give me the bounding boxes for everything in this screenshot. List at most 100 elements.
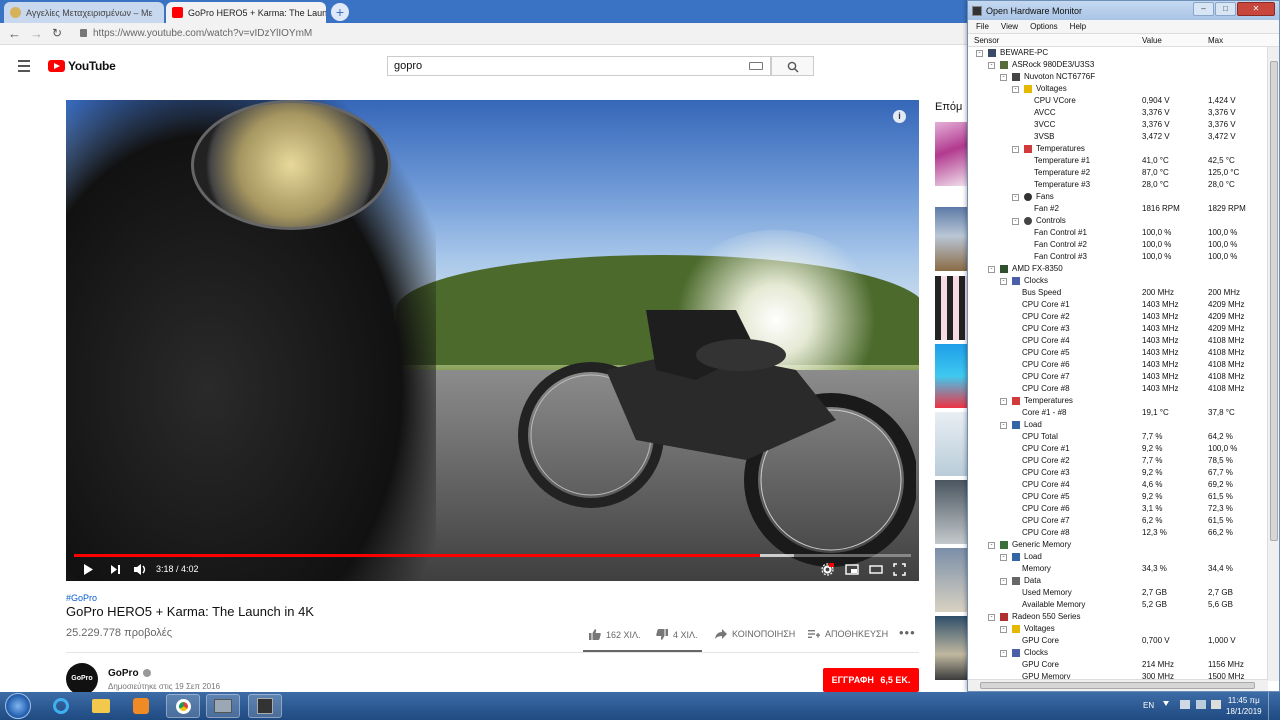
keyboard-icon[interactable] [749,62,763,70]
sensor-group-row[interactable]: - ASRock 980DE3/U3S3 [968,59,1268,71]
play-icon[interactable] [83,563,94,576]
menu-view[interactable]: View [1001,22,1018,31]
sensor-row[interactable]: Fan #2 1816 RPM 1829 RPM [968,203,1268,215]
ohm-title-bar[interactable]: Open Hardware Monitor – □ ✕ [968,1,1279,20]
column-max[interactable]: Max [1208,36,1223,45]
collapse-toggle-icon[interactable]: - [1012,146,1019,153]
collapse-toggle-icon[interactable]: - [988,542,995,549]
show-desktop-button[interactable] [1268,692,1280,720]
video-progress-bar[interactable] [74,554,911,557]
collapse-toggle-icon[interactable]: - [976,50,983,57]
sensor-row[interactable]: Fan Control #2 100,0 % 100,0 % [968,239,1268,251]
collapse-toggle-icon[interactable]: - [1000,554,1007,561]
close-button[interactable]: ✕ [1237,2,1275,16]
column-value[interactable]: Value [1142,36,1162,45]
menu-options[interactable]: Options [1030,22,1058,31]
save-button[interactable]: ΑΠΟΘΗΚΕΥΣΗ [808,629,888,639]
collapse-toggle-icon[interactable]: - [1000,422,1007,429]
volume-icon[interactable] [133,563,147,576]
sensor-row[interactable]: CPU Core #5 9,2 % 61,5 % [968,491,1268,503]
share-button[interactable]: ΚΟΙΝΟΠΟΙΗΣΗ [715,629,795,639]
media-player-icon[interactable] [124,694,158,718]
collapse-toggle-icon[interactable]: - [1012,86,1019,93]
sensor-row[interactable]: CPU Core #1 1403 MHz 4209 MHz [968,299,1268,311]
miniplayer-icon[interactable] [845,563,859,576]
sensor-row[interactable]: Temperature #2 87,0 °C 125,0 °C [968,167,1268,179]
forward-icon[interactable]: → [30,26,43,41]
internet-explorer-icon[interactable] [44,694,78,718]
menu-help[interactable]: Help [1070,22,1086,31]
sensor-group-row[interactable]: - Nuvoton NCT6776F [968,71,1268,83]
ohm-sensor-tree[interactable]: - BEWARE-PC - ASRock 980DE3/U3S3- Nuvoton NC… [968,47,1268,681]
info-icon[interactable]: i [893,110,906,123]
search-button[interactable] [771,56,814,76]
video-player[interactable]: i 3:18 / 4:02 [66,100,919,581]
sensor-row[interactable]: CPU Core #6 3,1 % 72,3 % [968,503,1268,515]
clock[interactable]: 11:45 πμ 18/1/2019 [1226,695,1262,717]
recommended-thumbnail[interactable] [935,616,968,680]
sensor-row[interactable]: CPU Core #2 7,7 % 78,5 % [968,455,1268,467]
scroll-thumb[interactable] [1270,61,1278,541]
reload-icon[interactable]: ↻ [52,26,62,40]
sensor-row[interactable]: CPU Total 7,7 % 64,2 % [968,431,1268,443]
sensor-row[interactable]: CPU VCore 0,904 V 1,424 V [968,95,1268,107]
maximize-button[interactable]: □ [1215,2,1236,16]
column-sensor[interactable]: Sensor [974,36,999,45]
recommended-thumbnail[interactable] [935,480,968,544]
menu-file[interactable]: File [976,22,989,31]
collapse-toggle-icon[interactable]: - [1012,194,1019,201]
tab-youtube[interactable]: GoPro HERO5 + Karma: The Launc ✕ [166,2,326,23]
collapse-toggle-icon[interactable]: - [1000,578,1007,585]
sensor-group-row[interactable]: - Temperatures [968,143,1268,155]
sensor-row[interactable]: AVCC 3,376 V 3,376 V [968,107,1268,119]
fullscreen-icon[interactable] [893,563,906,576]
youtube-logo[interactable]: YouTube [48,59,116,73]
sensor-group-row[interactable]: - Temperatures [968,395,1268,407]
sensor-group-row[interactable]: - AMD FX-8350 [968,263,1268,275]
collapse-toggle-icon[interactable]: - [1012,218,1019,225]
channel-name[interactable]: GoPro [108,668,151,679]
sensor-group-row[interactable]: - Load [968,419,1268,431]
recommended-thumbnail[interactable] [935,122,968,186]
sensor-row[interactable]: CPU Core #4 1403 MHz 4108 MHz [968,335,1268,347]
collapse-toggle-icon[interactable]: - [988,266,995,273]
dislike-button[interactable]: 4 ΧΙΛ. [656,629,698,640]
like-button[interactable]: 162 ΧΙΛ. [589,629,641,640]
start-button[interactable] [5,693,31,719]
sensor-group-row[interactable]: - Voltages [968,83,1268,95]
flag-icon[interactable] [1180,700,1190,709]
language-indicator[interactable]: EN [1143,701,1154,710]
video-hashtag[interactable]: #GoPro [66,593,97,603]
sensor-row[interactable]: CPU Core #8 12,3 % 66,2 % [968,527,1268,539]
sensor-row[interactable]: Bus Speed 200 MHz 200 MHz [968,287,1268,299]
next-icon[interactable] [110,563,121,576]
ohm-horizontal-scrollbar[interactable] [968,679,1268,691]
sensor-group-row[interactable]: - Load [968,551,1268,563]
chrome-icon[interactable] [166,694,200,718]
subscribe-button[interactable]: ΕΓΓΡΑΦΗ 6,5 ΕΚ. [823,668,919,692]
sensor-row[interactable]: Used Memory 2,7 GB 2,7 GB [968,587,1268,599]
sensor-group-row[interactable]: - Voltages [968,623,1268,635]
show-hidden-icons-icon[interactable] [1163,701,1169,706]
sensor-row[interactable]: CPU Core #3 1403 MHz 4209 MHz [968,323,1268,335]
sensor-row[interactable]: CPU Core #8 1403 MHz 4108 MHz [968,383,1268,395]
sensor-row[interactable]: CPU Core #6 1403 MHz 4108 MHz [968,359,1268,371]
sensor-row[interactable]: GPU Core 214 MHz 1156 MHz [968,659,1268,671]
collapse-toggle-icon[interactable]: - [988,614,995,621]
tab-ads[interactable]: Αγγελίες Μεταχειρισμένων – Με [4,2,164,23]
sensor-row[interactable]: CPU Core #5 1403 MHz 4108 MHz [968,347,1268,359]
sensor-group-row[interactable]: - Generic Memory [968,539,1268,551]
volume-tray-icon[interactable] [1211,700,1221,709]
network-icon[interactable] [1196,700,1206,709]
sensor-row[interactable]: CPU Core #1 9,2 % 100,0 % [968,443,1268,455]
hardware-tool-icon[interactable] [206,694,240,718]
back-icon[interactable]: ← [8,26,21,41]
theater-mode-icon[interactable] [869,563,883,576]
sensor-group-row[interactable]: - Radeon 550 Series [968,611,1268,623]
scroll-thumb[interactable] [980,682,1255,689]
sensor-row[interactable]: Memory 34,3 % 34,4 % [968,563,1268,575]
url-field[interactable]: https://www.youtube.com/watch?v=vIDzYlIO… [80,26,960,42]
ohm-vertical-scrollbar[interactable] [1267,47,1279,681]
open-hardware-monitor-icon[interactable] [248,694,282,718]
collapse-toggle-icon[interactable]: - [1000,650,1007,657]
